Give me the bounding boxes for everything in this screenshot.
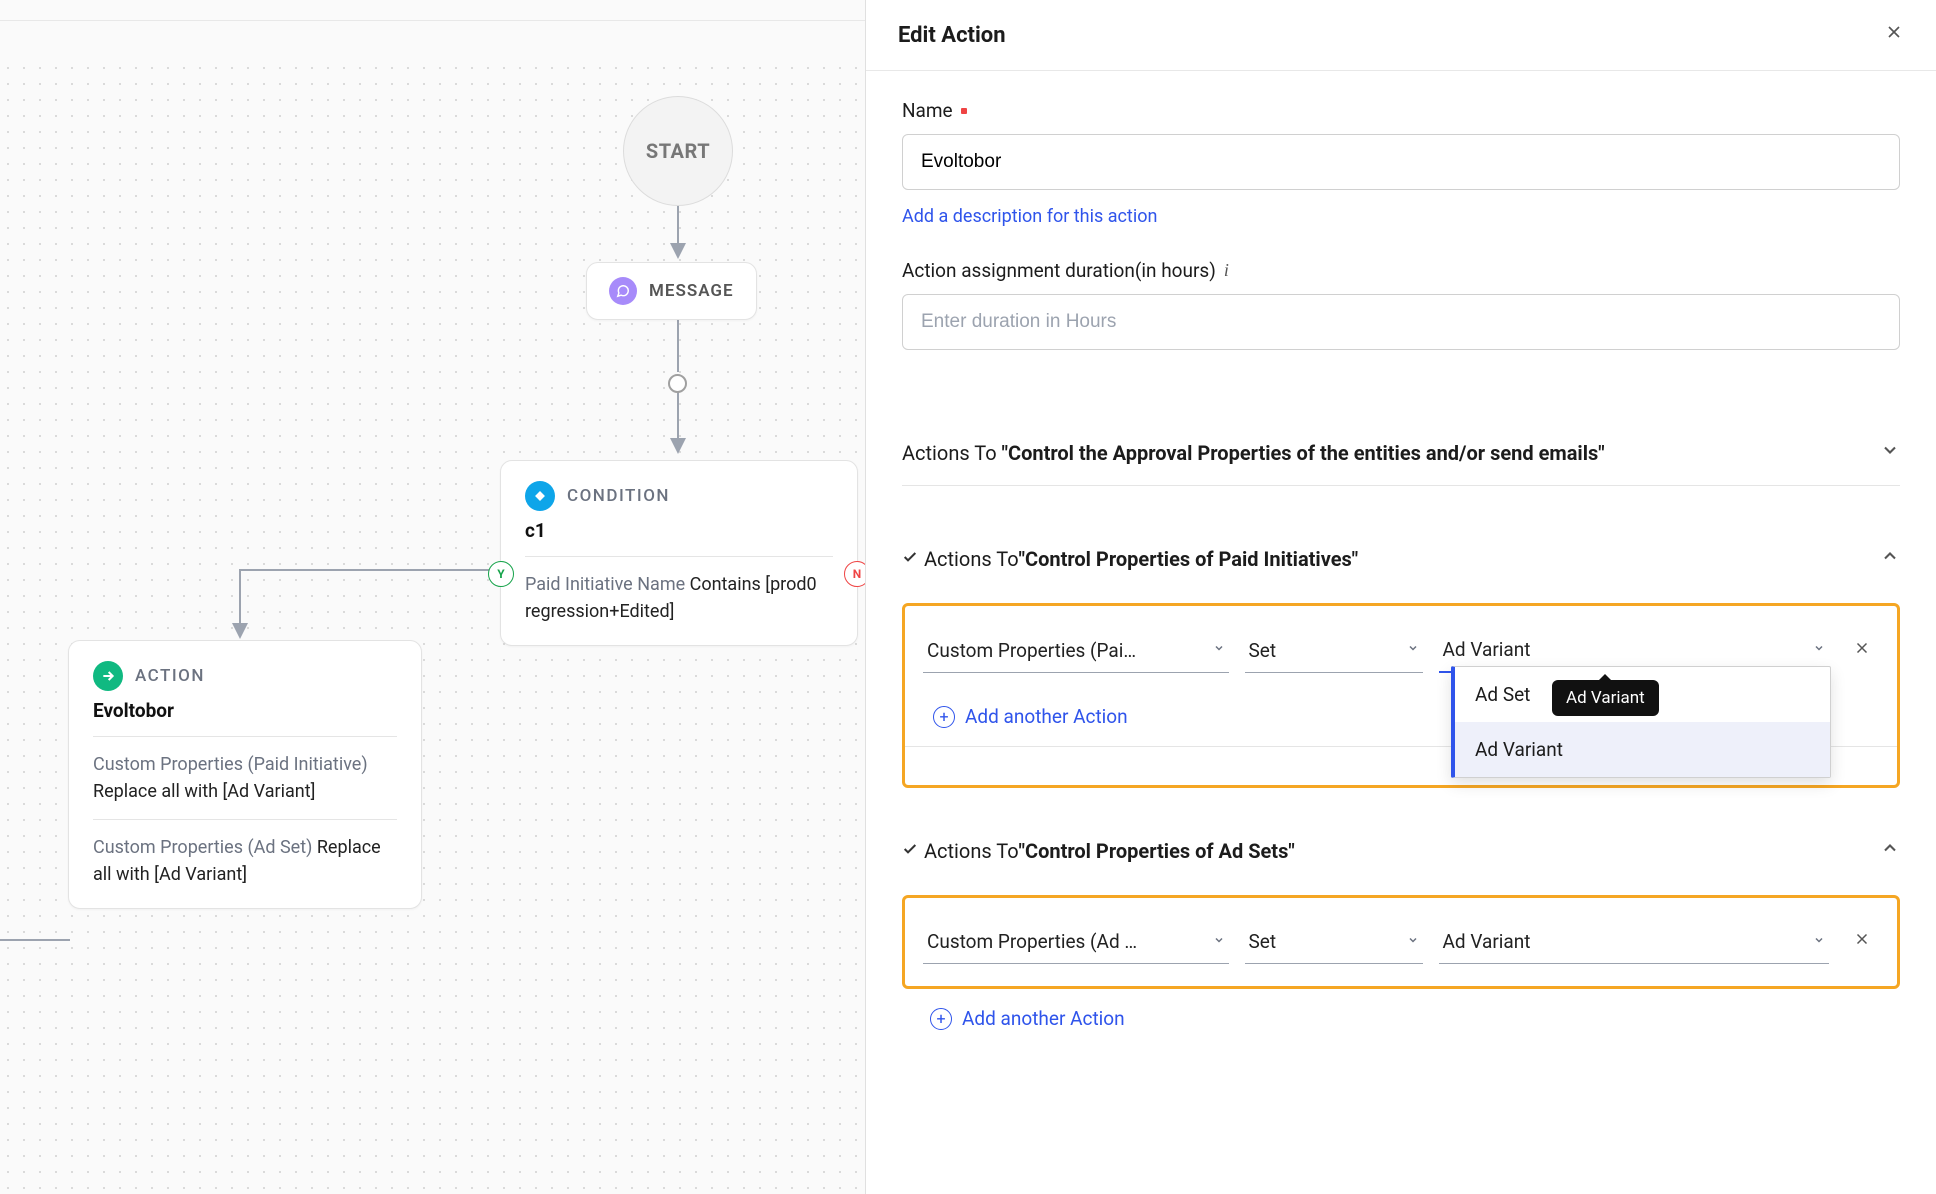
message-label: MESSAGE bbox=[649, 281, 734, 301]
chevron-up-icon bbox=[1880, 838, 1900, 863]
remove-row-button[interactable] bbox=[1845, 930, 1879, 954]
panel-title: Edit Action bbox=[898, 23, 1006, 48]
tooltip-ad-variant: Ad Variant bbox=[1552, 680, 1659, 716]
action-desc-1: Custom Properties (Paid Initiative) Repl… bbox=[93, 751, 397, 805]
duration-input[interactable] bbox=[902, 294, 1900, 350]
section-approval[interactable]: Actions To "Control the Approval Propert… bbox=[902, 420, 1900, 486]
property-select-paid[interactable]: Custom Properties (Pai… bbox=[923, 629, 1229, 673]
paid-initiatives-group: Custom Properties (Pai… Set Ad Variant bbox=[902, 603, 1900, 788]
condition-desc: Paid Initiative Name Contains [prod0 reg… bbox=[525, 571, 833, 625]
start-label: START bbox=[646, 139, 710, 163]
action-type-label: ACTION bbox=[135, 666, 205, 686]
plus-circle-icon: + bbox=[930, 1008, 952, 1030]
workflow-canvas[interactable]: START MESSAGE CONDITION c1 Paid Initiati… bbox=[0, 0, 866, 1194]
chevron-down-icon bbox=[1213, 934, 1225, 950]
check-icon bbox=[902, 549, 920, 569]
check-icon bbox=[902, 841, 920, 861]
section-paid-initiatives[interactable]: Actions To "Control Properties of Paid I… bbox=[902, 526, 1900, 591]
chevron-up-icon bbox=[1880, 546, 1900, 571]
chevron-down-icon bbox=[1813, 642, 1825, 658]
chevron-down-icon bbox=[1880, 440, 1900, 465]
chevron-down-icon bbox=[1213, 642, 1225, 658]
remove-row-button[interactable] bbox=[1845, 639, 1879, 663]
chevron-down-icon bbox=[1813, 934, 1825, 950]
condition-title: c1 bbox=[525, 519, 833, 542]
action-node[interactable]: ACTION Evoltobor Custom Properties (Paid… bbox=[68, 640, 422, 909]
section-ad-sets[interactable]: Actions To "Control Properties of Ad Set… bbox=[902, 818, 1900, 883]
condition-type-label: CONDITION bbox=[567, 486, 670, 506]
info-icon[interactable]: i bbox=[1224, 260, 1229, 281]
close-button[interactable] bbox=[1884, 22, 1904, 48]
start-node[interactable]: START bbox=[623, 96, 733, 206]
ad-sets-group: Custom Properties (Ad … Set Ad Variant bbox=[902, 895, 1900, 989]
port-no[interactable]: N bbox=[844, 561, 866, 587]
property-select-adset[interactable]: Custom Properties (Ad … bbox=[923, 920, 1229, 964]
message-icon bbox=[609, 277, 637, 305]
message-node[interactable]: MESSAGE bbox=[586, 262, 757, 320]
required-indicator bbox=[961, 108, 967, 114]
action-desc-2: Custom Properties (Ad Set) Replace all w… bbox=[93, 834, 397, 888]
action-row-adset: Custom Properties (Ad … Set Ad Variant bbox=[915, 916, 1887, 968]
operator-select-paid[interactable]: Set bbox=[1245, 629, 1423, 673]
duration-label: Action assignment duration(in hours) i bbox=[902, 259, 1900, 282]
chevron-down-icon bbox=[1407, 934, 1419, 950]
name-input[interactable] bbox=[902, 134, 1900, 190]
add-another-action-adset[interactable]: + Add another Action bbox=[902, 989, 1900, 1040]
plus-circle-icon: + bbox=[933, 706, 955, 728]
action-title: Evoltobor bbox=[93, 699, 397, 722]
port-yes[interactable]: Y bbox=[488, 561, 514, 587]
dropdown-option-ad-variant[interactable]: Ad Variant bbox=[1455, 722, 1830, 777]
condition-node[interactable]: CONDITION c1 Paid Initiative Name Contai… bbox=[500, 460, 858, 646]
edit-action-panel: Edit Action Name Add a description for t… bbox=[866, 0, 1936, 1194]
arrow-right-circle-icon bbox=[93, 661, 123, 691]
diamond-icon bbox=[525, 481, 555, 511]
chevron-down-icon bbox=[1407, 642, 1419, 658]
connector-dot[interactable] bbox=[668, 374, 687, 393]
name-label: Name bbox=[902, 99, 1900, 122]
value-select-adset[interactable]: Ad Variant bbox=[1439, 920, 1830, 964]
add-description-link[interactable]: Add a description for this action bbox=[902, 206, 1157, 227]
operator-select-adset[interactable]: Set bbox=[1245, 920, 1423, 964]
